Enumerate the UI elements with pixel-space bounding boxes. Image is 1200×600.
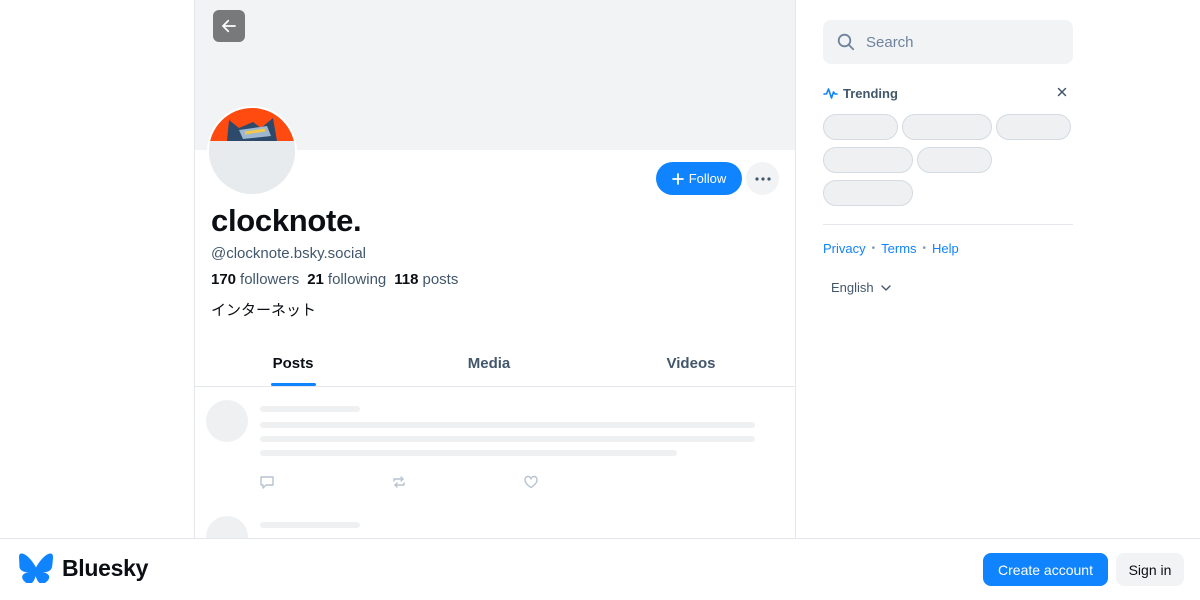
display-name: clocknote.	[211, 203, 362, 238]
plus-icon	[671, 172, 684, 185]
help-link[interactable]: Help	[932, 241, 959, 256]
butterfly-icon	[19, 553, 53, 583]
brand[interactable]: Bluesky	[19, 553, 148, 583]
privacy-link[interactable]: Privacy	[823, 241, 866, 256]
language-select[interactable]: English	[831, 280, 891, 295]
arrow-left-icon	[222, 19, 236, 33]
trending-pill-placeholder	[823, 114, 898, 140]
skeleton-line	[260, 422, 755, 428]
repost-icon	[393, 476, 405, 488]
profile-stats: 170 followers 21 following 118 posts	[211, 271, 458, 288]
trending-pill-placeholder	[902, 114, 992, 140]
ellipsis-icon	[754, 176, 771, 181]
follow-button[interactable]: Follow	[656, 162, 742, 195]
tab-media[interactable]: Media	[391, 340, 587, 386]
chevron-down-icon	[880, 284, 891, 291]
language-label: English	[831, 280, 874, 295]
heart-icon	[524, 475, 538, 489]
separator-dot: •	[922, 243, 927, 254]
trending-icon	[823, 88, 838, 99]
profile-bio: インターネット	[211, 302, 317, 319]
close-icon[interactable]	[1055, 85, 1069, 99]
more-options-button[interactable]	[746, 162, 779, 195]
search-icon	[837, 33, 855, 51]
active-tab-indicator	[271, 383, 316, 386]
skeleton-avatar	[206, 400, 248, 442]
follow-button-label: Follow	[688, 171, 727, 186]
avatar-image	[209, 108, 295, 194]
trending-pill-placeholder	[917, 147, 992, 173]
trending-header: Trending	[823, 84, 1073, 102]
separator-dot: •	[871, 243, 876, 254]
skeleton-line	[260, 436, 755, 442]
skeleton-line	[260, 406, 360, 412]
brand-name: Bluesky	[62, 554, 149, 581]
trending-pill-placeholder	[823, 147, 913, 173]
handle: @clocknote.bsky.social	[211, 245, 367, 262]
sign-in-button[interactable]: Sign in	[1116, 553, 1184, 586]
sidebar-divider	[823, 224, 1073, 225]
create-account-button[interactable]: Create account	[983, 553, 1108, 586]
tab-videos[interactable]: Videos	[587, 340, 795, 386]
search-input[interactable]	[866, 33, 1046, 51]
followers-stat[interactable]: 170 followers	[211, 271, 299, 288]
profile-column: Follow clocknote. @clocknote.bsky.social…	[194, 0, 796, 600]
search-box[interactable]	[823, 20, 1073, 64]
posts-stat: 118 posts	[394, 271, 459, 288]
reply-icon	[260, 476, 274, 489]
skeleton-line	[260, 450, 677, 456]
trending-title: Trending	[843, 85, 898, 101]
trending-pill-placeholder	[996, 114, 1071, 140]
following-stat[interactable]: 21 following	[307, 271, 386, 288]
avatar[interactable]	[207, 106, 297, 196]
skeleton-line	[260, 522, 360, 528]
tab-posts[interactable]: Posts	[195, 340, 391, 386]
back-button[interactable]	[213, 10, 245, 42]
bottom-bar: Bluesky Create account Sign in	[0, 538, 1200, 600]
profile-tabs: Posts Media Videos	[195, 340, 795, 387]
footer-links: Privacy • Terms • Help	[823, 241, 959, 256]
terms-link[interactable]: Terms	[881, 241, 916, 256]
trending-pill-placeholder	[823, 180, 913, 206]
